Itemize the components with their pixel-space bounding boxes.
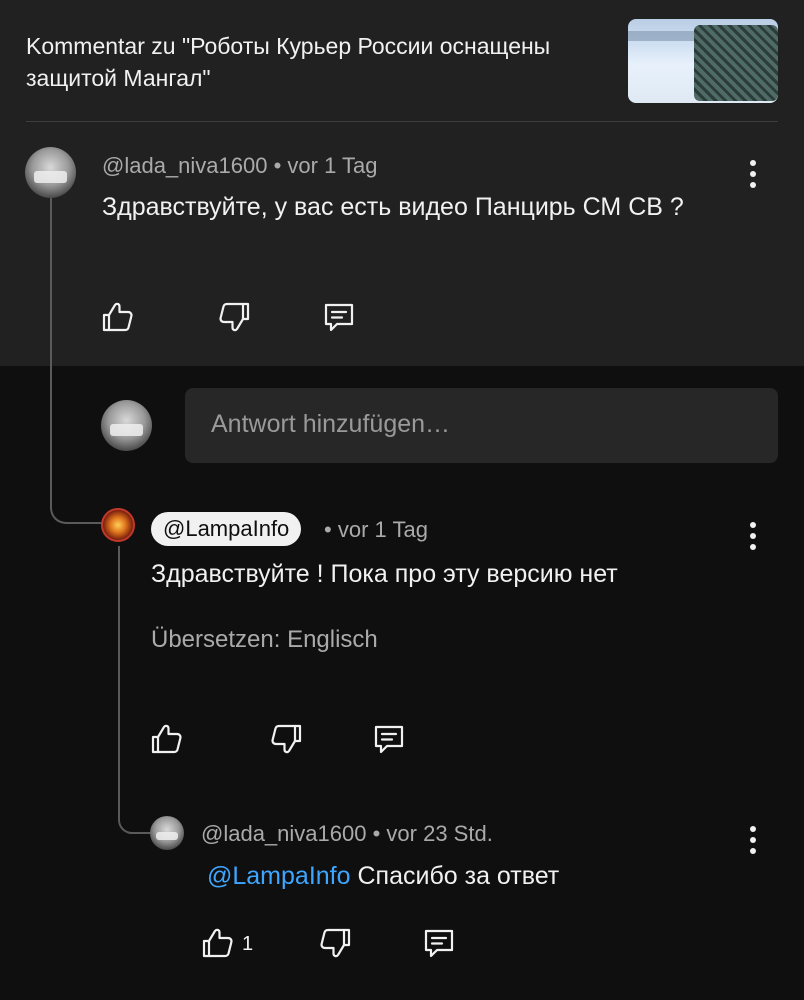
more-vert-icon[interactable] (749, 522, 757, 552)
avatar[interactable] (25, 147, 76, 198)
reply-time: vor 23 Std. (386, 821, 493, 846)
comments-header: Kommentar zu "Роботы Курьер России оснащ… (0, 0, 804, 122)
thumbnail-robot-image (694, 25, 778, 101)
thumbs-up-icon[interactable] (149, 721, 185, 757)
avatar (101, 400, 152, 451)
video-thumbnail[interactable] (628, 19, 778, 103)
comment-text: Здравствуйте, у вас есть видео Панцирь С… (102, 193, 684, 221)
comment-time: vor 1 Tag (287, 153, 378, 178)
reply-author[interactable]: @LampaInfo (163, 516, 289, 541)
thumbs-down-icon[interactable] (317, 925, 353, 961)
comment-author[interactable]: @lada_niva1600 (102, 153, 267, 178)
thumbs-down-icon[interactable] (216, 299, 252, 335)
reply-body: Спасибо за ответ (357, 862, 560, 890)
comment-icon[interactable] (421, 925, 457, 961)
more-vert-icon[interactable] (749, 160, 757, 190)
thread-line-main (50, 198, 52, 496)
video-title: Kommentar zu "Роботы Курьер России оснащ… (26, 33, 551, 91)
thread-line-reply (118, 546, 120, 808)
reply-input[interactable]: Antwort hinzufügen… (185, 388, 778, 463)
mention-link[interactable]: @LampaInfo (207, 862, 351, 890)
meta-separator: • (273, 153, 282, 178)
comment-icon[interactable] (321, 299, 357, 335)
meta-separator: • (372, 821, 381, 846)
reply-text: @LampaInfo Спасибо за ответ (207, 857, 767, 895)
more-vert-icon[interactable] (749, 826, 757, 856)
reply-text: Здравствуйте ! Пока про эту версию нет (151, 560, 618, 588)
thumbs-up-icon[interactable] (200, 925, 236, 961)
avatar[interactable] (101, 508, 135, 542)
reply-meta: • vor 1 Tag (324, 517, 428, 543)
like-count: 1 (242, 933, 254, 955)
thumbs-down-icon[interactable] (268, 721, 304, 757)
thread-line-reply-curve (118, 808, 152, 834)
comment-meta: @lada_niva1600 • vor 1 Tag (102, 153, 378, 179)
reply-placeholder: Antwort hinzufügen… (211, 410, 451, 438)
thumbs-up-icon[interactable] (100, 299, 136, 335)
thumbnail-treeline (628, 31, 698, 41)
reply-time: vor 1 Tag (337, 517, 428, 542)
reply-meta: @lada_niva1600 • vor 23 Std. (201, 821, 493, 847)
creator-badge[interactable]: @LampaInfo (151, 512, 302, 546)
avatar[interactable] (150, 816, 184, 850)
reply-author[interactable]: @lada_niva1600 (201, 821, 366, 846)
thread-line-curve (50, 496, 102, 524)
meta-separator: • (324, 517, 332, 542)
translate-link[interactable]: Übersetzen: Englisch (151, 626, 378, 654)
comment-icon[interactable] (371, 721, 407, 757)
